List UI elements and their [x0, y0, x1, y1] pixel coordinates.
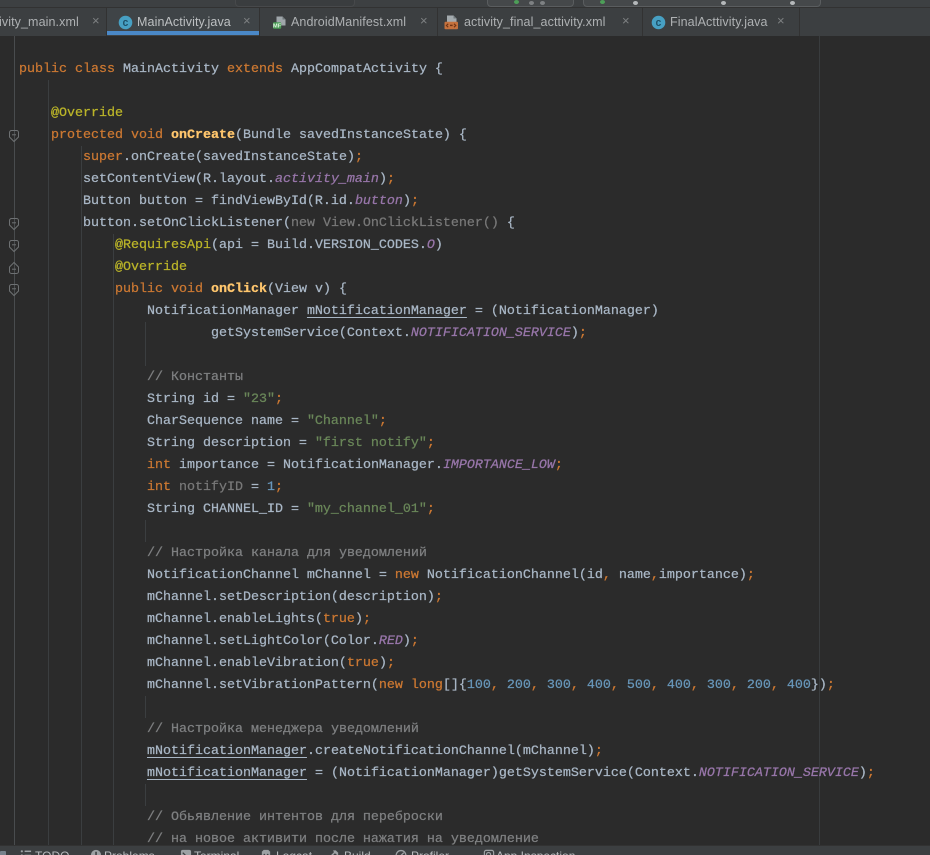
- svg-text:MF: MF: [273, 23, 282, 29]
- svg-text:C: C: [656, 18, 662, 29]
- svg-text:C: C: [123, 18, 129, 29]
